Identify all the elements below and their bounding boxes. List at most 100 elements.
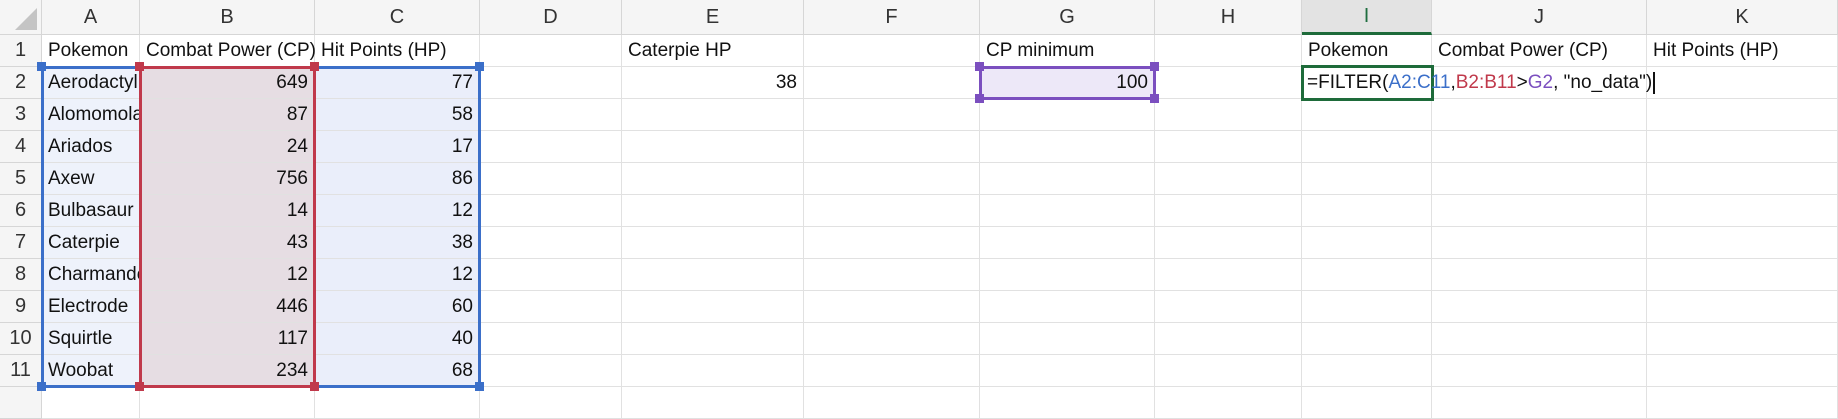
cell-b9[interactable]: 446	[140, 291, 315, 323]
column-header-g[interactable]: G	[980, 0, 1155, 35]
cell-f9[interactable]	[804, 291, 980, 323]
formula-editor[interactable]: =FILTER(A2:C11, B2:B11 > G2, "no_data")	[1307, 67, 1656, 99]
cell-g5[interactable]	[980, 163, 1155, 195]
cell-g10[interactable]	[980, 323, 1155, 355]
cell-f10[interactable]	[804, 323, 980, 355]
cell-k4[interactable]	[1647, 131, 1838, 163]
cell-h10[interactable]	[1155, 323, 1302, 355]
cell-b1[interactable]: Combat Power (CP)	[140, 35, 316, 67]
column-header-d[interactable]: D	[480, 0, 622, 35]
cell-b5[interactable]: 756	[140, 163, 315, 195]
range-highlight-g2-resize-handle[interactable]	[1150, 62, 1159, 71]
cell-j12[interactable]	[1432, 387, 1647, 419]
cell-e9[interactable]	[622, 291, 804, 323]
cell-j9[interactable]	[1432, 291, 1647, 323]
cell-h1[interactable]	[1155, 35, 1302, 67]
cell-k11[interactable]	[1647, 355, 1838, 387]
cell-d2[interactable]	[480, 67, 622, 99]
row-header-partial[interactable]	[0, 387, 42, 419]
cell-g9[interactable]	[980, 291, 1155, 323]
cell-h3[interactable]	[1155, 99, 1302, 131]
column-header-c[interactable]: C	[315, 0, 480, 35]
cell-c7[interactable]: 38	[315, 227, 480, 259]
cell-f6[interactable]	[804, 195, 980, 227]
cell-e4[interactable]	[622, 131, 804, 163]
cell-d4[interactable]	[480, 131, 622, 163]
cell-e10[interactable]	[622, 323, 804, 355]
cell-i1[interactable]: Pokemon	[1302, 35, 1432, 67]
cell-e7[interactable]	[622, 227, 804, 259]
cell-i5[interactable]	[1302, 163, 1432, 195]
range-highlight-b2-b11-resize-handle[interactable]	[310, 382, 319, 391]
cell-k1[interactable]: Hit Points (HP)	[1647, 35, 1838, 67]
range-highlight-a2-c11-resize-handle[interactable]	[475, 62, 484, 71]
cell-g1[interactable]: CP minimum	[980, 35, 1155, 67]
cell-a1[interactable]: Pokemon	[42, 35, 140, 67]
range-highlight-b2-b11-resize-handle[interactable]	[135, 382, 144, 391]
cell-e8[interactable]	[622, 259, 804, 291]
cell-f8[interactable]	[804, 259, 980, 291]
cell-j11[interactable]	[1432, 355, 1647, 387]
cell-c1[interactable]: Hit Points (HP)	[315, 35, 480, 67]
cell-b2[interactable]: 649	[140, 67, 315, 99]
range-highlight-g2-resize-handle[interactable]	[975, 62, 984, 71]
cell-e5[interactable]	[622, 163, 804, 195]
cell-d10[interactable]	[480, 323, 622, 355]
cell-k2[interactable]	[1647, 67, 1838, 99]
cell-f2[interactable]	[804, 67, 980, 99]
cell-c8[interactable]: 12	[315, 259, 480, 291]
row-header-1[interactable]: 1	[0, 35, 42, 67]
cell-b3[interactable]: 87	[140, 99, 315, 131]
range-highlight-a2-c11-resize-handle[interactable]	[37, 62, 46, 71]
cell-j4[interactable]	[1432, 131, 1647, 163]
cell-f1[interactable]	[804, 35, 980, 67]
cell-b10[interactable]: 117	[140, 323, 315, 355]
cell-d11[interactable]	[480, 355, 622, 387]
cell-k9[interactable]	[1647, 291, 1838, 323]
cell-a7[interactable]: Caterpie	[42, 227, 140, 259]
cell-k6[interactable]	[1647, 195, 1838, 227]
cell-h5[interactable]	[1155, 163, 1302, 195]
cell-i3[interactable]	[1302, 99, 1432, 131]
row-header-2[interactable]: 2	[0, 67, 42, 99]
cell-g2[interactable]: 100	[980, 67, 1155, 99]
cell-a9[interactable]: Electrode	[42, 291, 140, 323]
cell-h6[interactable]	[1155, 195, 1302, 227]
cell-c12[interactable]	[315, 387, 480, 419]
cell-c4[interactable]: 17	[315, 131, 480, 163]
cell-f3[interactable]	[804, 99, 980, 131]
cell-g7[interactable]	[980, 227, 1155, 259]
cell-h4[interactable]	[1155, 131, 1302, 163]
cell-a4[interactable]: Ariados	[42, 131, 140, 163]
cell-k12[interactable]	[1647, 387, 1838, 419]
cell-a12[interactable]	[42, 387, 140, 419]
cell-h2[interactable]	[1155, 67, 1302, 99]
cell-g3[interactable]	[980, 99, 1155, 131]
cell-b4[interactable]: 24	[140, 131, 315, 163]
column-header-a[interactable]: A	[42, 0, 140, 35]
cell-c3[interactable]: 58	[315, 99, 480, 131]
cell-k8[interactable]	[1647, 259, 1838, 291]
cell-g11[interactable]	[980, 355, 1155, 387]
row-header-4[interactable]: 4	[0, 131, 42, 163]
cell-j1[interactable]: Combat Power (CP)	[1432, 35, 1647, 67]
cell-h11[interactable]	[1155, 355, 1302, 387]
cell-a2[interactable]: Aerodactyl	[42, 67, 140, 99]
row-header-3[interactable]: 3	[0, 99, 42, 131]
cell-i11[interactable]	[1302, 355, 1432, 387]
cell-g12[interactable]	[980, 387, 1155, 419]
cell-a8[interactable]: Charmander	[42, 259, 154, 291]
cell-i6[interactable]	[1302, 195, 1432, 227]
cell-f11[interactable]	[804, 355, 980, 387]
cell-j5[interactable]	[1432, 163, 1647, 195]
cell-i7[interactable]	[1302, 227, 1432, 259]
cell-h7[interactable]	[1155, 227, 1302, 259]
cell-b12[interactable]	[140, 387, 315, 419]
range-highlight-a2-c11-resize-handle[interactable]	[37, 382, 46, 391]
cell-d6[interactable]	[480, 195, 622, 227]
cell-k7[interactable]	[1647, 227, 1838, 259]
range-highlight-b2-b11-resize-handle[interactable]	[310, 62, 319, 71]
cell-c11[interactable]: 68	[315, 355, 480, 387]
row-header-7[interactable]: 7	[0, 227, 42, 259]
row-header-10[interactable]: 10	[0, 323, 42, 355]
